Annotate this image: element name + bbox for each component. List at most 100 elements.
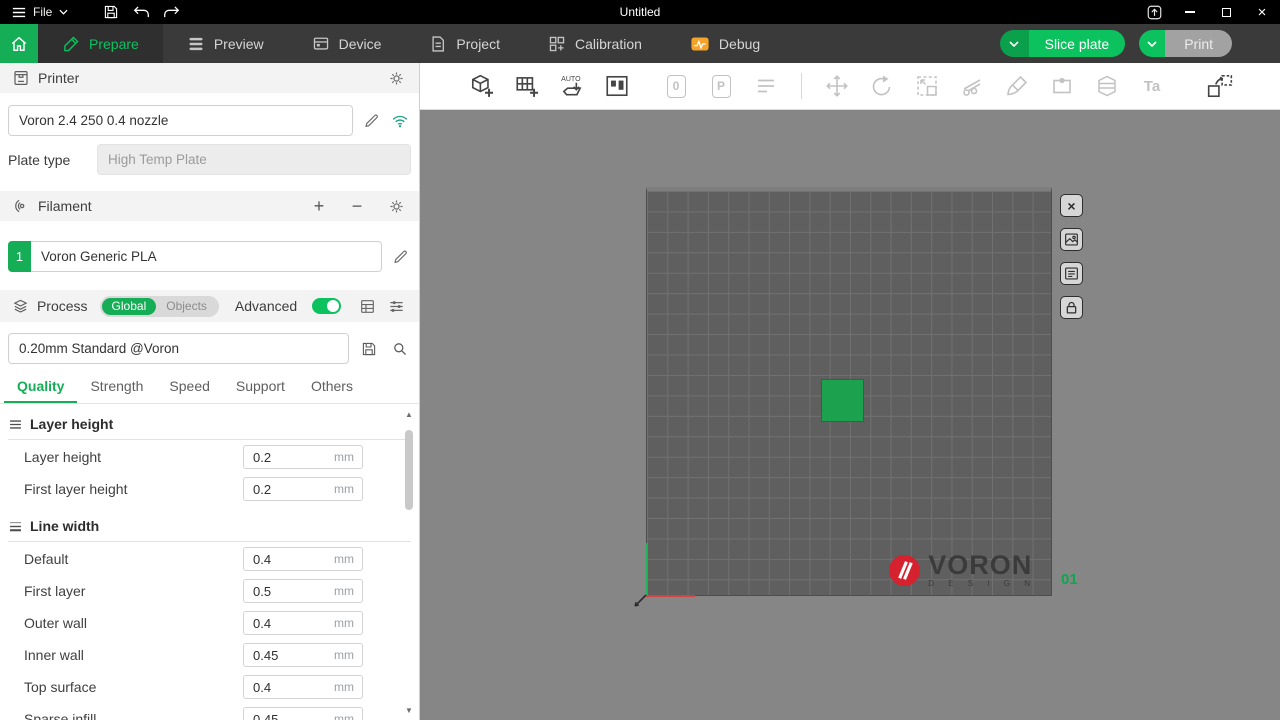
remove-filament-button[interactable]: − [347, 196, 367, 216]
lock-icon [1064, 300, 1079, 315]
auto-orient-button[interactable]: AUTO [554, 69, 590, 103]
rotate-button[interactable] [864, 69, 900, 103]
tab-prepare[interactable]: Prepare [38, 24, 163, 63]
param-row: Sparse infill mm [0, 704, 419, 720]
undo-button[interactable] [126, 0, 156, 24]
tab-project[interactable]: Project [405, 24, 524, 63]
tab-preview[interactable]: Preview [163, 24, 288, 63]
scroll-up-icon[interactable]: ▲ [405, 410, 413, 420]
text-tool-button[interactable]: Ta [1134, 69, 1170, 103]
delete-plate-button[interactable]: × [1060, 194, 1083, 217]
tab-support[interactable]: Support [223, 378, 298, 403]
upload-button[interactable] [1136, 0, 1172, 24]
seam-paint-button[interactable] [1044, 69, 1080, 103]
close-button[interactable]: × [1244, 0, 1280, 24]
plate-settings-button[interactable] [1060, 228, 1083, 251]
filament-settings-button[interactable] [385, 195, 407, 217]
save-preset-button[interactable] [358, 338, 380, 360]
split-parts-button[interactable]: P [703, 69, 739, 103]
tab-others[interactable]: Others [298, 378, 366, 403]
filament-edit-button[interactable] [389, 246, 411, 268]
add-plate-button[interactable] [509, 69, 545, 103]
scrollbar-track[interactable] [405, 420, 414, 706]
voron-logo-icon [888, 554, 921, 587]
hamburger-icon [12, 7, 26, 18]
redo-button[interactable] [156, 0, 186, 24]
gear-icon [388, 70, 405, 87]
add-filament-button[interactable]: + [309, 196, 329, 216]
add-object-button[interactable] [464, 69, 500, 103]
build-plate[interactable]: VORON D E S I G N [646, 187, 1052, 596]
search-settings-button[interactable] [389, 338, 411, 360]
text-tool-icon: Ta [1144, 78, 1160, 95]
scope-objects-button[interactable]: Objects [156, 298, 217, 315]
process-preset-select[interactable]: 0.20mm Standard @Voron [8, 333, 349, 364]
project-icon [429, 35, 447, 53]
process-section-title: Process [37, 298, 88, 314]
filament-slot-row: 1 Voron Generic PLA [0, 241, 419, 272]
viewport-3d[interactable]: AUTO 0 P [420, 63, 1280, 720]
print-button[interactable]: Print [1165, 30, 1232, 57]
tab-strength[interactable]: Strength [77, 378, 156, 403]
advanced-toggle[interactable] [312, 298, 340, 314]
mesh-boolean-icon [1095, 74, 1119, 98]
printer-preset-select[interactable]: Voron 2.4 250 0.4 nozzle [8, 105, 353, 136]
object-table-button[interactable] [358, 295, 379, 317]
device-icon [312, 35, 330, 53]
filament-preset-select[interactable]: Voron Generic PLA [31, 241, 382, 272]
param-label: Top surface [24, 679, 96, 695]
rotate-icon [870, 74, 894, 98]
plate-type-select[interactable]: High Temp Plate [97, 144, 411, 175]
mesh-boolean-button[interactable] [1089, 69, 1125, 103]
toggle-knob-icon [327, 300, 339, 312]
scrollbar-thumb[interactable] [405, 430, 413, 510]
tab-device[interactable]: Device [288, 24, 406, 63]
printer-connection-button[interactable] [389, 110, 411, 132]
tab-debug[interactable]: Debug [666, 24, 784, 63]
process-layers-icon [12, 297, 29, 315]
scroll-down-icon[interactable]: ▼ [405, 706, 413, 716]
tab-speed[interactable]: Speed [156, 378, 222, 403]
plate-type-label: Plate type [8, 152, 97, 168]
param-label: Outer wall [24, 615, 87, 631]
home-button[interactable] [0, 24, 38, 63]
parameter-scrollbar[interactable]: ▲ ▼ [403, 410, 415, 716]
printer-edit-button[interactable] [360, 110, 382, 132]
param-field: mm [243, 707, 363, 720]
save-button[interactable] [96, 0, 126, 24]
save-icon [103, 4, 119, 20]
param-unit: mm [334, 584, 354, 598]
split-objects-icon: 0 [667, 75, 686, 98]
minimize-button[interactable] [1172, 0, 1208, 24]
slice-plate-button[interactable]: Slice plate [1029, 30, 1126, 57]
settings-sliders-button[interactable] [386, 295, 407, 317]
param-label: Inner wall [24, 647, 84, 663]
param-field: mm [243, 579, 363, 603]
plate-name-button[interactable] [1060, 262, 1083, 285]
param-row: First layer mm [0, 576, 419, 606]
tab-calibration[interactable]: Calibration [524, 24, 666, 63]
printer-settings-button[interactable] [385, 67, 407, 89]
chevron-down-icon [1009, 41, 1019, 47]
arrange-button[interactable] [599, 69, 635, 103]
lock-plate-button[interactable] [1060, 296, 1083, 319]
move-button[interactable] [819, 69, 855, 103]
file-menu[interactable]: File [0, 0, 80, 24]
scale-button[interactable] [909, 69, 945, 103]
print-options-button[interactable] [1139, 30, 1165, 57]
scope-global-button[interactable]: Global [102, 298, 157, 315]
process-section-header: Process Global Objects Advanced [0, 290, 419, 322]
layers-button[interactable] [748, 69, 784, 103]
cut-button[interactable] [954, 69, 990, 103]
support-paint-button[interactable] [999, 69, 1035, 103]
tab-label: Prepare [89, 36, 139, 52]
maximize-button[interactable] [1208, 0, 1244, 24]
filament-section-title: Filament [38, 198, 92, 214]
assembly-view-button[interactable] [1202, 69, 1238, 103]
tab-quality[interactable]: Quality [4, 378, 77, 403]
split-objects-button[interactable]: 0 [658, 69, 694, 103]
slice-options-button[interactable] [1000, 30, 1029, 57]
process-preset-row: 0.20mm Standard @Voron [0, 333, 419, 364]
model-object[interactable] [821, 379, 864, 422]
advanced-label: Advanced [235, 298, 297, 314]
